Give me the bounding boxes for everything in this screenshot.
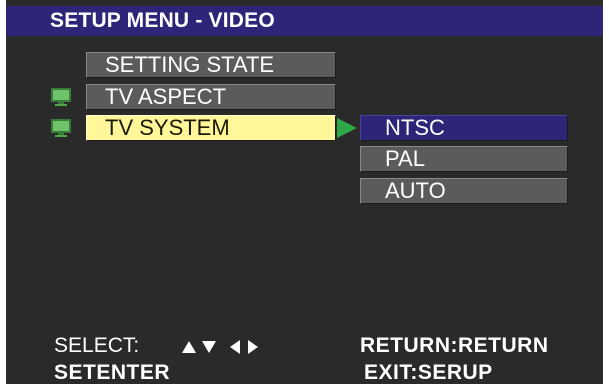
enter-hint: SETENTER: [54, 361, 171, 384]
right-arrow-icon: [248, 340, 258, 354]
up-arrow-icon: [182, 341, 196, 353]
select-hint: SELECT:: [54, 334, 140, 357]
page-title: SETUP MENU - VIDEO: [50, 9, 275, 32]
screen: SETUP MENU - VIDEO SETTING STATE TV ASPE…: [0, 0, 609, 384]
option-auto[interactable]: AUTO: [360, 178, 568, 204]
menu-item-label: SETTING STATE: [105, 52, 275, 77]
left-arrow-icon: [230, 340, 240, 354]
option-label: AUTO: [385, 178, 446, 203]
setup-menu-panel: SETUP MENU - VIDEO SETTING STATE TV ASPE…: [6, 0, 603, 384]
option-pal[interactable]: PAL: [360, 146, 568, 172]
option-label: PAL: [385, 146, 425, 171]
menu-item-label: TV SYSTEM: [105, 115, 230, 140]
title-bar: SETUP MENU - VIDEO: [6, 6, 603, 36]
menu-item-setting-state[interactable]: SETTING STATE: [86, 52, 336, 78]
menu-item-tv-aspect[interactable]: TV ASPECT: [86, 84, 336, 110]
return-hint: RETURN:RETURN: [360, 334, 549, 357]
right-arrow-icon: [337, 118, 357, 138]
tv-icon: [51, 119, 71, 137]
exit-hint: EXIT:SERUP: [364, 361, 493, 384]
tv-icon: [51, 88, 71, 106]
down-arrow-icon: [202, 341, 216, 353]
option-label: NTSC: [385, 115, 445, 140]
menu-item-label: TV ASPECT: [105, 84, 227, 109]
nav-arrows: [182, 339, 272, 355]
option-ntsc[interactable]: NTSC: [360, 115, 568, 141]
menu-item-tv-system[interactable]: TV SYSTEM: [86, 115, 336, 141]
